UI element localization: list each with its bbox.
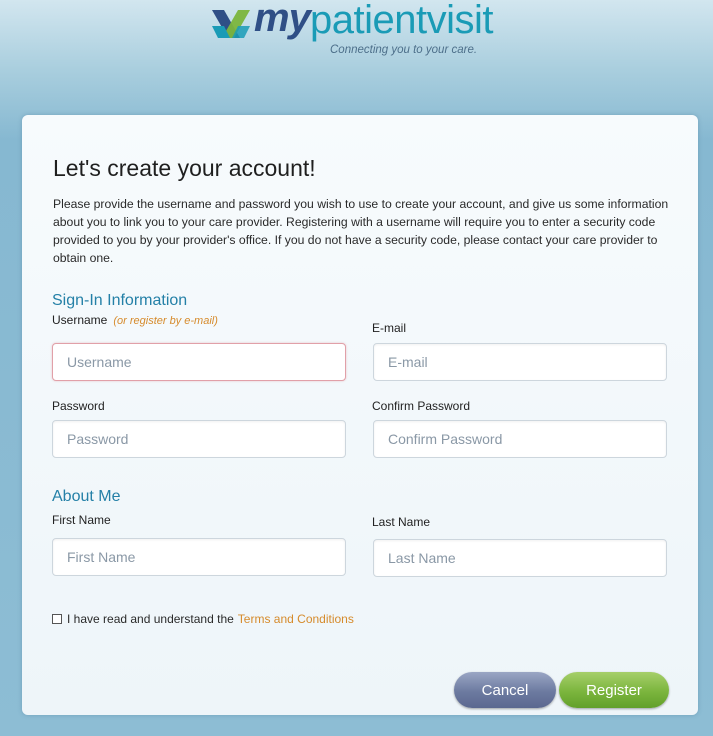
brand-name-prefix: my bbox=[254, 0, 311, 40]
brand-name: patientvisit bbox=[310, 0, 493, 42]
username-label: Username (or register by e-mail) bbox=[52, 313, 218, 327]
register-button[interactable]: Register bbox=[559, 672, 669, 708]
terms-link[interactable]: Terms and Conditions bbox=[238, 612, 354, 626]
last-name-label: Last Name bbox=[372, 515, 431, 529]
confirm-password-input[interactable] bbox=[373, 420, 667, 458]
intro-text: Please provide the username and password… bbox=[53, 197, 669, 265]
first-name-input[interactable] bbox=[52, 538, 346, 576]
cancel-button[interactable]: Cancel bbox=[454, 672, 556, 708]
password-input[interactable] bbox=[52, 420, 346, 458]
registration-card: Let's create your account! Please provid… bbox=[22, 115, 698, 715]
brand-tagline: Connecting you to your care. bbox=[330, 44, 478, 56]
page-title: Let's create your account! bbox=[53, 155, 316, 181]
username-label-text: Username bbox=[52, 313, 108, 327]
email-input[interactable] bbox=[373, 343, 667, 381]
email-label: E-mail bbox=[372, 321, 407, 335]
terms-text: I have read and understand the bbox=[67, 612, 234, 626]
mypatientvisit-logo-icon bbox=[212, 10, 250, 38]
about-section-title: About Me bbox=[52, 488, 121, 505]
terms-checkbox[interactable] bbox=[52, 614, 62, 624]
terms-row: I have read and understand the Terms and… bbox=[52, 612, 354, 626]
signin-section-title: Sign-In Information bbox=[52, 292, 188, 309]
first-name-label: First Name bbox=[52, 513, 111, 527]
username-hint[interactable]: (or register by e-mail) bbox=[113, 315, 218, 327]
confirm-password-label: Confirm Password bbox=[372, 399, 471, 413]
username-input[interactable] bbox=[52, 343, 346, 381]
header: my patientvisit Connecting you to your c… bbox=[0, 0, 713, 110]
password-label: Password bbox=[52, 399, 105, 413]
last-name-input[interactable] bbox=[373, 539, 667, 577]
